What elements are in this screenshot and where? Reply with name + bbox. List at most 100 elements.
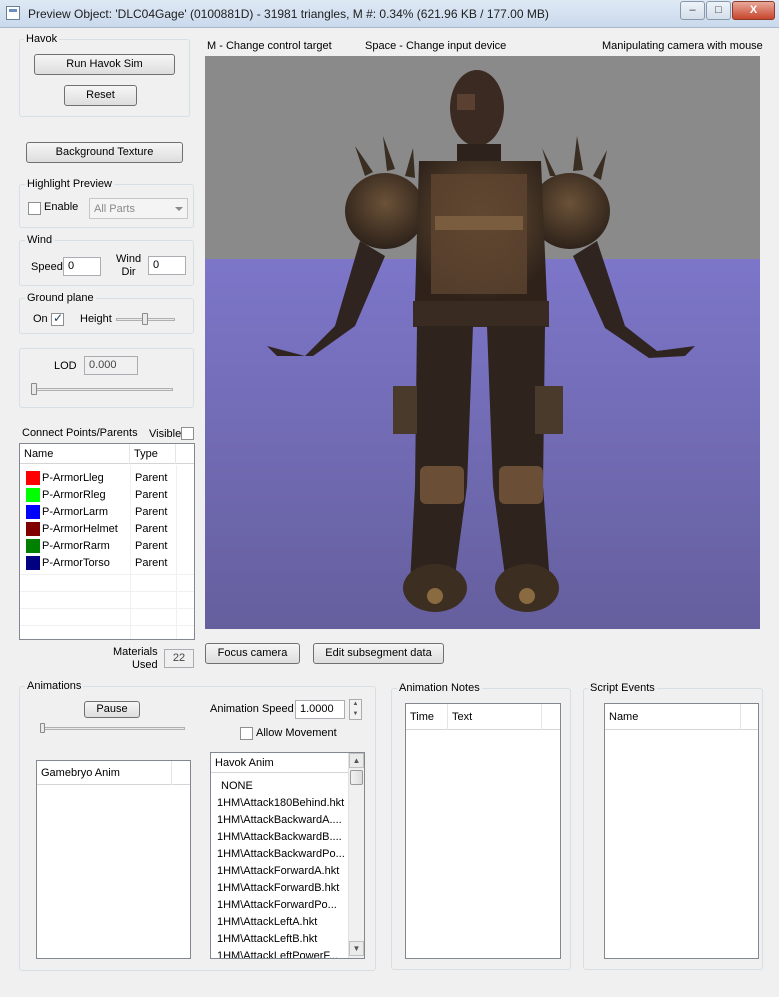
table-row[interactable]: P-ArmorRarm Parent: [20, 538, 194, 555]
background-texture-button[interactable]: Background Texture: [26, 142, 183, 163]
row-gridline: [20, 625, 194, 626]
list-item[interactable]: 1HM\AttackLeftPowerF...: [217, 948, 348, 958]
column-header-gamebryo-anim[interactable]: Gamebryo Anim: [37, 761, 172, 785]
lod-value-field: 0.000: [84, 356, 138, 375]
column-header-text[interactable]: Text: [448, 704, 542, 730]
list-item[interactable]: 1HM\AttackLeftA.hkt: [217, 914, 348, 931]
list-item[interactable]: 1HM\AttackBackwardB....: [217, 829, 348, 846]
pause-button[interactable]: Pause: [84, 701, 140, 718]
gamebryo-anim-header: Gamebryo Anim: [37, 761, 190, 785]
animation-notes-header: Time Text: [406, 704, 560, 730]
scroll-down-icon[interactable]: ▼: [349, 941, 364, 956]
connect-point-type: Parent: [135, 489, 168, 501]
chevron-down-icon: [175, 207, 183, 211]
preview-viewport[interactable]: [205, 56, 760, 629]
script-events-header: Name: [605, 704, 758, 730]
connect-point-name: P-ArmorLarm: [42, 506, 109, 518]
table-row[interactable]: P-ArmorTorso Parent: [20, 555, 194, 572]
connect-points-header: Name Type: [20, 444, 194, 464]
spin-up-icon[interactable]: ▲: [350, 700, 361, 709]
row-gridline: [20, 591, 194, 592]
list-item[interactable]: 1HM\AttackLeftB.hkt: [217, 931, 348, 948]
connect-point-name: P-ArmorTorso: [42, 557, 110, 569]
connect-points-label: Connect Points/Parents: [22, 427, 138, 439]
column-header-name[interactable]: Name: [605, 704, 741, 730]
color-swatch: [26, 471, 40, 485]
connect-point-type: Parent: [135, 557, 168, 569]
materials-used-label: Materials Used: [113, 646, 158, 672]
connect-points-visible-label: Visible: [149, 428, 182, 440]
list-item[interactable]: 1HM\AttackBackwardA....: [217, 812, 348, 829]
ground-on-label: On: [33, 313, 48, 325]
column-header-type[interactable]: Type: [130, 444, 176, 464]
title-bar: Preview Object: 'DLC04Gage' (0100881D) -…: [0, 0, 779, 28]
gamebryo-anim-list[interactable]: Gamebryo Anim: [36, 760, 191, 959]
window-icon: [6, 6, 20, 20]
table-row[interactable]: P-ArmorRleg Parent: [20, 487, 194, 504]
script-events-list[interactable]: Name: [604, 703, 759, 959]
hint-control-target: M - Change control target: [207, 40, 332, 52]
reset-button[interactable]: Reset: [64, 85, 137, 106]
connect-point-type: Parent: [135, 523, 168, 535]
list-item[interactable]: NONE: [217, 778, 348, 795]
highlight-parts-dropdown[interactable]: All Parts: [89, 198, 188, 219]
wind-dir-label-line1: Wind: [116, 253, 142, 265]
wind-dir-label-line2: Dir: [121, 266, 136, 278]
connect-point-type: Parent: [135, 506, 168, 518]
animation-speed-spinner[interactable]: ▲ ▼: [349, 699, 362, 720]
lod-slider-thumb[interactable]: [31, 383, 37, 395]
list-item[interactable]: 1HM\Attack180Behind.hkt: [217, 795, 348, 812]
spin-down-icon[interactable]: ▼: [350, 710, 361, 719]
animation-speed-input[interactable]: 1.0000: [295, 700, 345, 719]
highlight-enable-checkbox[interactable]: [28, 202, 41, 215]
wind-dir-input[interactable]: 0: [148, 256, 186, 275]
wind-dir-label: Wind Dir: [116, 253, 141, 279]
list-item[interactable]: 1HM\AttackBackwardPo...: [217, 846, 348, 863]
list-item[interactable]: 1HM\AttackForwardB.hkt: [217, 880, 348, 897]
script-events-label: Script Events: [588, 682, 657, 694]
scrollbar-thumb[interactable]: [350, 770, 363, 785]
row-gridline: [20, 608, 194, 609]
column-header-name[interactable]: Name: [20, 444, 130, 464]
close-button[interactable]: X: [732, 1, 775, 20]
allow-movement-label: Allow Movement: [256, 727, 337, 739]
table-row[interactable]: P-ArmorLarm Parent: [20, 504, 194, 521]
hint-input-device: Space - Change input device: [365, 40, 507, 52]
ground-height-label: Height: [80, 313, 112, 325]
havok-anim-scrollbar[interactable]: ▲ ▼: [348, 753, 364, 958]
highlight-parts-value: All Parts: [94, 203, 135, 215]
connect-point-type: Parent: [135, 540, 168, 552]
wind-group-label: Wind: [25, 234, 55, 246]
highlight-enable-label: Enable: [44, 201, 79, 213]
connect-point-type: Parent: [135, 472, 168, 484]
ground-height-slider-thumb[interactable]: [142, 313, 148, 325]
ground-plane-label: Ground plane: [25, 292, 96, 304]
table-row[interactable]: P-ArmorLleg Parent: [20, 470, 194, 487]
animation-notes-list[interactable]: Time Text: [405, 703, 561, 959]
color-swatch: [26, 522, 40, 536]
column-header-havok-anim[interactable]: Havok Anim: [211, 753, 348, 773]
armored-character-model: [267, 70, 695, 612]
run-havok-sim-button[interactable]: Run Havok Sim: [34, 54, 175, 75]
table-row[interactable]: P-ArmorHelmet Parent: [20, 521, 194, 538]
connect-points-list[interactable]: Name Type P-ArmorLleg Parent P-ArmorRleg…: [19, 443, 195, 640]
column-header-time[interactable]: Time: [406, 704, 448, 730]
list-item[interactable]: 1HM\AttackForwardPo...: [217, 897, 348, 914]
ground-on-checkbox[interactable]: [51, 311, 64, 326]
scroll-up-icon[interactable]: ▲: [349, 753, 364, 768]
minimize-button[interactable]: –: [680, 1, 705, 20]
row-gridline: [20, 574, 194, 575]
allow-movement-checkbox[interactable]: [240, 727, 253, 740]
list-item[interactable]: 1HM\AttackForwardA.hkt: [217, 863, 348, 880]
materials-used-value: 22: [164, 649, 194, 668]
edit-subsegment-data-button[interactable]: Edit subsegment data: [313, 643, 444, 664]
havok-anim-items: NONE 1HM\Attack180Behind.hkt 1HM\AttackB…: [217, 778, 348, 958]
focus-camera-button[interactable]: Focus camera: [205, 643, 300, 664]
havok-anim-list[interactable]: Havok Anim NONE 1HM\Attack180Behind.hkt …: [210, 752, 365, 959]
materials-label-line1: Materials: [113, 646, 158, 658]
maximize-button[interactable]: □: [706, 1, 731, 20]
connect-points-visible-checkbox[interactable]: [181, 427, 194, 440]
animation-slider-thumb[interactable]: [40, 723, 45, 733]
animation-notes-label: Animation Notes: [397, 682, 482, 694]
wind-speed-input[interactable]: 0: [63, 257, 101, 276]
